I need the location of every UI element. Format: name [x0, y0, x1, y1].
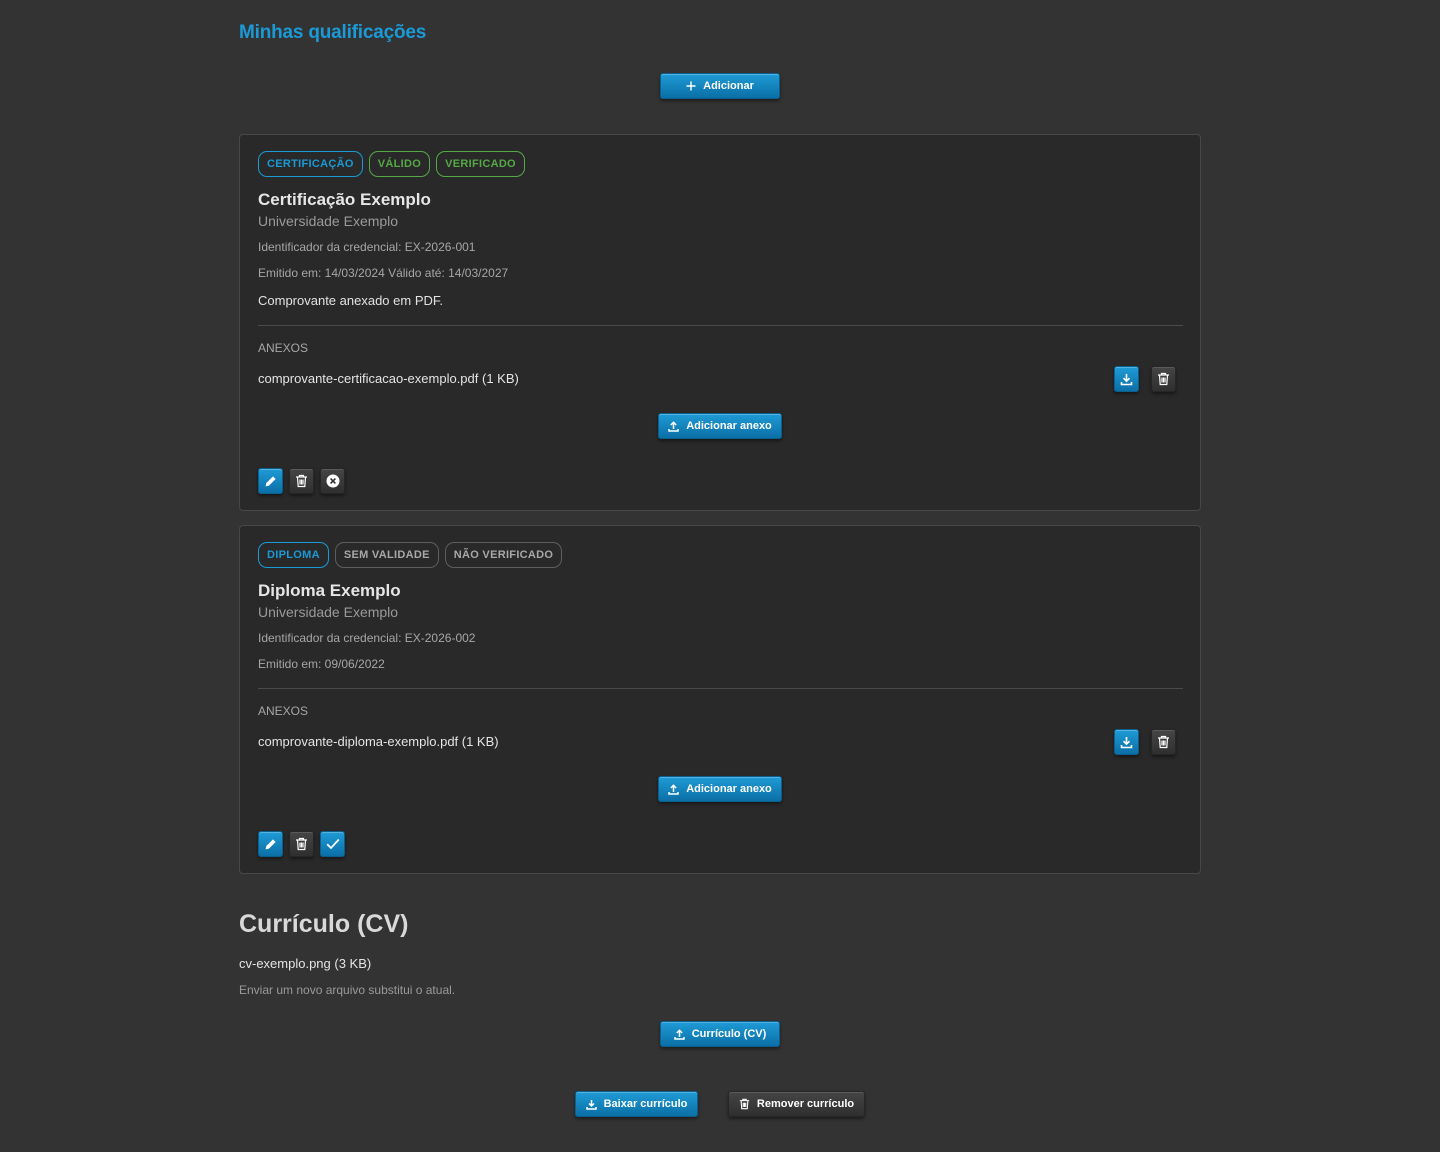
- divider: [258, 325, 1183, 326]
- verification-badge: VERIFICADO: [436, 151, 525, 177]
- delete-qualification-button[interactable]: [289, 468, 314, 494]
- check-icon: [326, 838, 339, 850]
- qualification-institution: Universidade Exemplo: [258, 213, 399, 229]
- delete-qualification-button[interactable]: [289, 831, 314, 857]
- qualification-card: CERTIFICAÇÃO VÁLIDO VERIFICADO Certifica…: [239, 134, 1201, 511]
- type-badge: DIPLOMA: [258, 542, 329, 568]
- qualification-dates: Emitido em: 14/03/2024 Válido até: 14/03…: [258, 266, 509, 280]
- download-icon: [585, 1099, 597, 1110]
- upload-icon: [673, 1028, 685, 1040]
- qualification-dates: Emitido em: 09/06/2022: [258, 657, 385, 671]
- download-cv-button[interactable]: Baixar currículo: [575, 1091, 698, 1117]
- add-attachment-label: Adicionar anexo: [686, 783, 772, 795]
- download-icon: [1120, 373, 1133, 385]
- validity-badge: VÁLIDO: [368, 151, 431, 177]
- close-circle-icon: [326, 474, 339, 488]
- edit-qualification-button[interactable]: [258, 831, 283, 857]
- remove-cv-button[interactable]: Remover currículo: [728, 1091, 865, 1117]
- upload-icon: [668, 420, 679, 432]
- upload-icon: [668, 783, 679, 795]
- delete-attachment-button[interactable]: [1151, 729, 1176, 755]
- remove-cv-label: Remover currículo: [756, 1098, 855, 1110]
- add-attachment-button[interactable]: Adicionar anexo: [658, 413, 782, 439]
- qualification-note: Comprovante anexado em PDF.: [258, 293, 443, 308]
- trash-icon: [1158, 372, 1169, 386]
- cv-file-name: cv-exemplo.png (3 KB): [239, 956, 372, 971]
- attachment-file-name: comprovante-diploma-exemplo.pdf (1 KB): [258, 734, 499, 749]
- verify-qualification-button[interactable]: [320, 831, 345, 857]
- qualification-title: Diploma Exemplo: [258, 581, 401, 600]
- qualification-title: Certificação Exemplo: [258, 190, 431, 209]
- attachments-label: ANEXOS: [258, 704, 309, 718]
- trash-icon: [1158, 735, 1169, 749]
- credential-id: Identificador da credencial: EX-2026-001: [258, 240, 476, 254]
- add-qualification-button[interactable]: Adicionar: [660, 73, 780, 99]
- verification-badge: NÃO VERIFICADO: [444, 542, 563, 568]
- download-cv-label: Baixar currículo: [603, 1098, 688, 1110]
- cv-section-title: Currículo (CV): [239, 910, 409, 938]
- attachments-label: ANEXOS: [258, 341, 309, 355]
- badge-group: DIPLOMA SEM VALIDADE NÃO VERIFICADO: [258, 542, 563, 568]
- add-attachment-label: Adicionar anexo: [686, 420, 772, 432]
- qualification-card: DIPLOMA SEM VALIDADE NÃO VERIFICADO Dipl…: [239, 525, 1201, 874]
- download-attachment-button[interactable]: [1114, 729, 1139, 755]
- qualification-institution: Universidade Exemplo: [258, 604, 399, 620]
- upload-cv-label: Currículo (CV): [691, 1028, 767, 1040]
- edit-qualification-button[interactable]: [258, 468, 283, 494]
- credential-id: Identificador da credencial: EX-2026-002: [258, 631, 476, 645]
- unverify-qualification-button[interactable]: [320, 468, 345, 494]
- add-attachment-button[interactable]: Adicionar anexo: [658, 776, 782, 802]
- type-badge: CERTIFICAÇÃO: [258, 151, 363, 177]
- trash-icon: [296, 837, 307, 851]
- validity-badge: SEM VALIDADE: [334, 542, 439, 568]
- delete-attachment-button[interactable]: [1151, 366, 1176, 392]
- cv-replace-hint: Enviar um novo arquivo substitui o atual…: [239, 983, 456, 997]
- trash-icon: [296, 474, 307, 488]
- badge-group: CERTIFICAÇÃO VÁLIDO VERIFICADO: [258, 151, 525, 177]
- add-qualification-label: Adicionar: [703, 80, 754, 92]
- trash-icon: [739, 1098, 750, 1110]
- attachment-file-name: comprovante-certificacao-exemplo.pdf (1 …: [258, 371, 519, 386]
- download-icon: [1120, 736, 1133, 748]
- upload-cv-button[interactable]: Currículo (CV): [660, 1021, 780, 1047]
- divider: [258, 688, 1183, 689]
- plus-icon: [686, 81, 696, 91]
- download-attachment-button[interactable]: [1114, 366, 1139, 392]
- pencil-icon: [265, 475, 276, 486]
- section-title: Minhas qualificações: [239, 22, 427, 43]
- pencil-icon: [265, 838, 276, 849]
